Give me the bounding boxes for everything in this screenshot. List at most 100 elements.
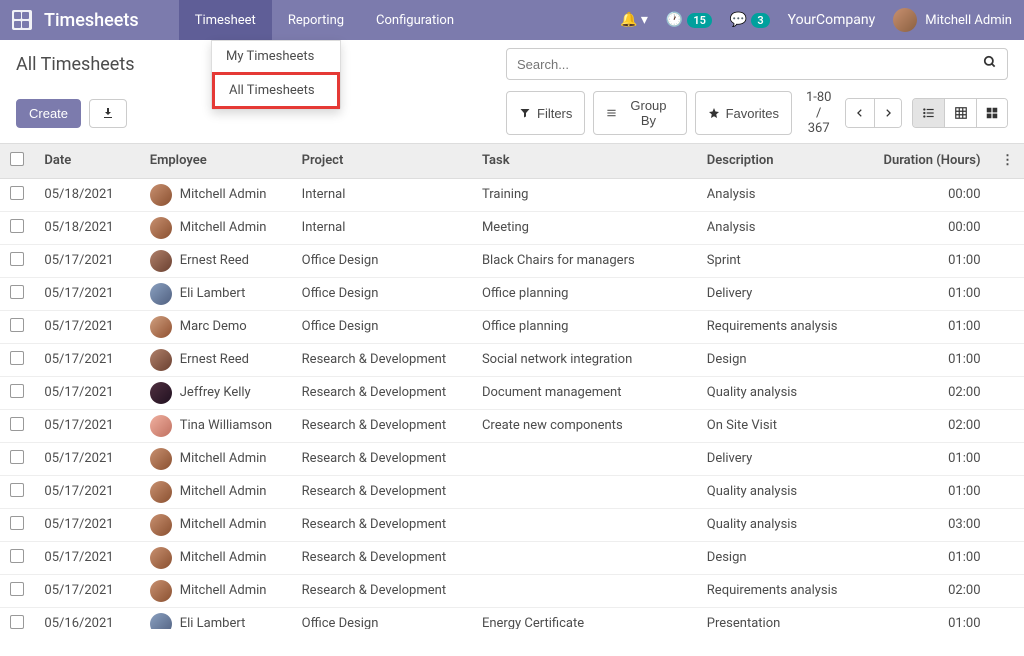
- row-checkbox[interactable]: [10, 483, 24, 497]
- cell-description: Delivery: [697, 277, 859, 310]
- col-employee[interactable]: Employee: [140, 144, 292, 179]
- cell-task: [472, 442, 697, 475]
- cell-duration: 01:00: [859, 343, 991, 376]
- nav-reporting[interactable]: Reporting: [272, 0, 360, 40]
- cell-date: 05/17/2021: [34, 310, 139, 343]
- row-checkbox[interactable]: [10, 384, 24, 398]
- cell-project: Research & Development: [292, 442, 472, 475]
- download-button[interactable]: [89, 99, 127, 128]
- cell-project: Research & Development: [292, 343, 472, 376]
- view-pivot-button[interactable]: [944, 99, 975, 127]
- row-checkbox[interactable]: [10, 615, 24, 629]
- cell-description: Sprint: [697, 244, 859, 277]
- cell-date: 05/17/2021: [34, 409, 139, 442]
- table-row[interactable]: 05/17/2021Ernest ReedResearch & Developm…: [0, 343, 1024, 376]
- cell-project: Office Design: [292, 607, 472, 629]
- row-checkbox[interactable]: [10, 186, 24, 200]
- cell-description: Design: [697, 343, 859, 376]
- pager-next-button[interactable]: [874, 99, 901, 127]
- row-checkbox[interactable]: [10, 219, 24, 233]
- apps-icon[interactable]: [12, 10, 32, 30]
- user-menu[interactable]: Mitchell Admin: [893, 8, 1012, 32]
- search-icon[interactable]: [983, 55, 997, 73]
- table-row[interactable]: 05/18/2021Mitchell AdminInternalMeetingA…: [0, 211, 1024, 244]
- table-row[interactable]: 05/17/2021Mitchell AdminResearch & Devel…: [0, 442, 1024, 475]
- row-checkbox[interactable]: [10, 252, 24, 266]
- col-date[interactable]: Date: [34, 144, 139, 179]
- dropdown-my-timesheets[interactable]: My Timesheets: [212, 41, 340, 72]
- table-row[interactable]: 05/17/2021Tina WilliamsonResearch & Deve…: [0, 409, 1024, 442]
- cell-date: 05/17/2021: [34, 574, 139, 607]
- table-row[interactable]: 05/17/2021Jeffrey KellyResearch & Develo…: [0, 376, 1024, 409]
- col-task[interactable]: Task: [472, 144, 697, 179]
- favorites-button[interactable]: Favorites: [695, 91, 792, 135]
- star-icon: [708, 107, 720, 119]
- filters-label: Filters: [537, 106, 572, 121]
- filters-button[interactable]: Filters: [506, 91, 585, 135]
- company-selector[interactable]: YourCompany: [788, 12, 876, 28]
- col-select[interactable]: [0, 144, 34, 179]
- activities-icon[interactable]: 🕐15: [666, 12, 712, 28]
- cell-task: Office planning: [472, 277, 697, 310]
- view-kanban-button[interactable]: [976, 99, 1007, 127]
- employee-avatar-icon: [150, 316, 172, 338]
- table-row[interactable]: 05/17/2021Mitchell AdminResearch & Devel…: [0, 475, 1024, 508]
- nav-configuration[interactable]: Configuration: [360, 0, 470, 40]
- row-checkbox[interactable]: [10, 450, 24, 464]
- search-box[interactable]: [506, 48, 1008, 80]
- employee-avatar-icon: [150, 514, 172, 536]
- row-checkbox[interactable]: [10, 549, 24, 563]
- col-options[interactable]: ⋮: [991, 144, 1024, 179]
- groupby-button[interactable]: Group By: [593, 91, 686, 135]
- select-all-checkbox[interactable]: [10, 152, 24, 166]
- messages-icon[interactable]: 💬3: [730, 12, 770, 28]
- cell-employee: Mitchell Admin: [140, 574, 292, 607]
- cell-description: Delivery: [697, 442, 859, 475]
- table-row[interactable]: 05/17/2021Mitchell AdminResearch & Devel…: [0, 574, 1024, 607]
- dropdown-all-timesheets[interactable]: All Timesheets: [212, 72, 340, 109]
- cell-task: Meeting: [472, 211, 697, 244]
- col-project[interactable]: Project: [292, 144, 472, 179]
- row-checkbox[interactable]: [10, 285, 24, 299]
- table-row[interactable]: 05/17/2021Eli LambertOffice DesignOffice…: [0, 277, 1024, 310]
- cell-date: 05/17/2021: [34, 475, 139, 508]
- table-row[interactable]: 05/17/2021Marc DemoOffice DesignOffice p…: [0, 310, 1024, 343]
- pager-text[interactable]: 1-80 / 367: [802, 90, 835, 137]
- timesheet-table-wrap[interactable]: Date Employee Project Task Description D…: [0, 143, 1024, 629]
- col-duration[interactable]: Duration (Hours): [859, 144, 991, 179]
- table-row[interactable]: 05/17/2021Mitchell AdminResearch & Devel…: [0, 541, 1024, 574]
- employee-avatar-icon: [150, 283, 172, 305]
- cell-date: 05/16/2021: [34, 607, 139, 629]
- row-checkbox[interactable]: [10, 417, 24, 431]
- notifications-icon[interactable]: 🔔 ▾: [620, 12, 648, 28]
- cell-duration: 02:00: [859, 409, 991, 442]
- table-row[interactable]: 05/18/2021Mitchell AdminInternalTraining…: [0, 178, 1024, 211]
- list-view-icon: [922, 106, 936, 120]
- cell-employee: Eli Lambert: [140, 277, 292, 310]
- cell-task: [472, 541, 697, 574]
- create-button[interactable]: Create: [16, 99, 81, 128]
- cell-date: 05/17/2021: [34, 277, 139, 310]
- cell-project: Research & Development: [292, 574, 472, 607]
- col-description[interactable]: Description: [697, 144, 859, 179]
- view-list-button[interactable]: [913, 99, 944, 127]
- cell-project: Internal: [292, 211, 472, 244]
- user-avatar-icon: [893, 8, 917, 32]
- table-row[interactable]: 05/16/2021Eli LambertOffice DesignEnergy…: [0, 607, 1024, 629]
- download-icon: [102, 107, 114, 119]
- cell-task: Energy Certificate: [472, 607, 697, 629]
- table-row[interactable]: 05/17/2021Ernest ReedOffice DesignBlack …: [0, 244, 1024, 277]
- pager-prev-button[interactable]: [846, 99, 873, 127]
- row-checkbox[interactable]: [10, 516, 24, 530]
- view-switcher: [912, 98, 1008, 128]
- table-row[interactable]: 05/17/2021Mitchell AdminResearch & Devel…: [0, 508, 1024, 541]
- cell-date: 05/18/2021: [34, 211, 139, 244]
- row-checkbox[interactable]: [10, 318, 24, 332]
- cell-duration: 02:00: [859, 574, 991, 607]
- search-input[interactable]: [517, 57, 983, 72]
- app-brand[interactable]: Timesheets: [44, 10, 139, 31]
- row-checkbox[interactable]: [10, 351, 24, 365]
- cell-task: [472, 475, 697, 508]
- nav-timesheet[interactable]: Timesheet: [179, 0, 272, 40]
- row-checkbox[interactable]: [10, 582, 24, 596]
